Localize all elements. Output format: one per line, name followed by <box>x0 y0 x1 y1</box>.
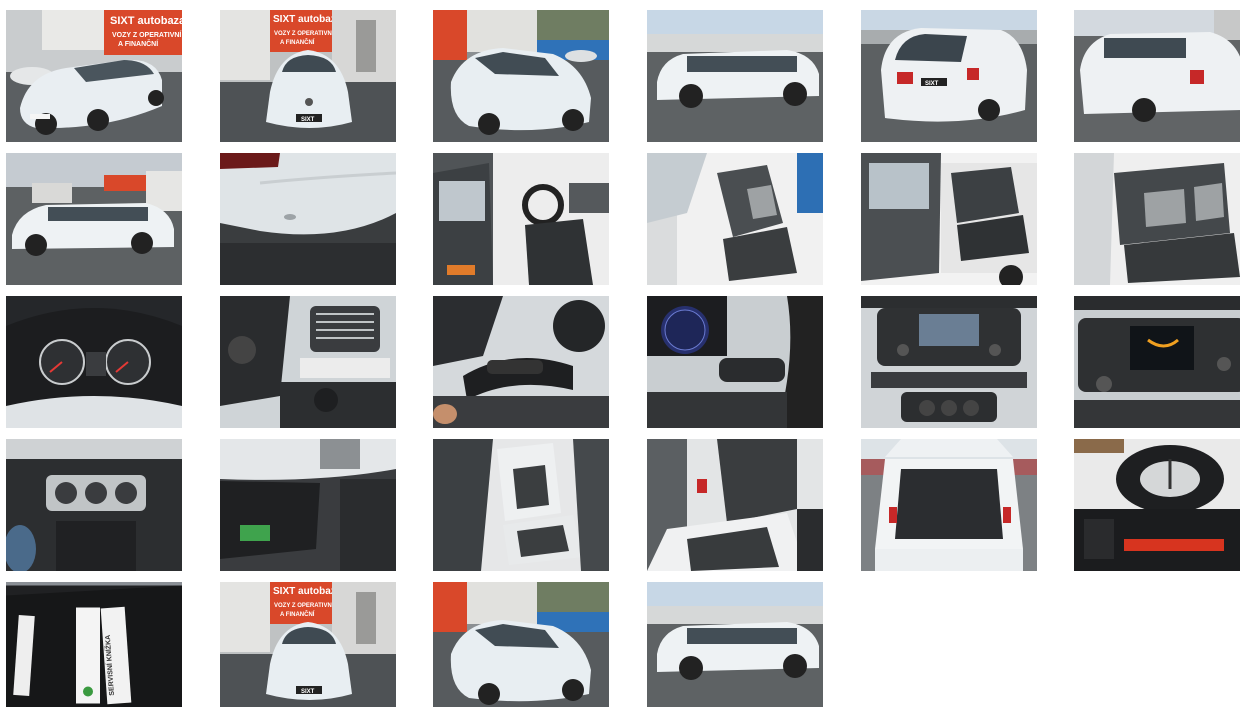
rear-seats-image <box>1074 153 1240 285</box>
service-manuals-image: SERVISNÍ KNÍŽKA <box>6 585 182 707</box>
gallery-photo-21[interactable] <box>433 439 609 571</box>
gallery-photo-3[interactable] <box>433 10 609 142</box>
gallery-photo-25[interactable]: SERVISNÍ KNÍŽKA <box>6 582 182 707</box>
gallery-photo-1[interactable]: SIXT autobazar VOZY Z OPERATIVNÍ A FINAN… <box>6 10 182 142</box>
svg-text:VOZY Z OPERATIVNÍ: VOZY Z OPERATIVNÍ <box>112 30 182 39</box>
gallery-photo-24[interactable] <box>1074 439 1240 571</box>
svg-text:A FINANČNÍ: A FINANČNÍ <box>280 38 315 46</box>
car-front-left-image: SIXT autobazar VOZY Z OPERATIVNÍ A FINAN… <box>6 10 182 142</box>
gallery-photo-13[interactable] <box>6 296 182 428</box>
radio-unit-image <box>861 296 1037 428</box>
gallery-photo-23[interactable] <box>861 439 1037 571</box>
svg-text:SIXT: SIXT <box>925 81 939 87</box>
svg-text:A FINANČNÍ: A FINANČNÍ <box>280 610 315 618</box>
photo-gallery: SIXT autobazar VOZY Z OPERATIVNÍ A FINAN… <box>0 0 1240 707</box>
gallery-photo-16[interactable] <box>647 296 823 428</box>
svg-text:A FINANČNÍ: A FINANČNÍ <box>118 39 159 48</box>
front-seat-detail-image <box>433 439 609 571</box>
gallery-photo-10[interactable] <box>647 153 823 285</box>
climate-controls-image <box>6 439 182 571</box>
steering-stalk-left-image <box>433 296 609 428</box>
light-switch-vent-image <box>220 296 396 428</box>
gallery-photo-26[interactable]: SIXT autobazar VOZY Z OPERATIVNÍ A FINAN… <box>220 582 396 707</box>
gallery-photo-7[interactable] <box>6 153 182 285</box>
spare-wheel-image <box>1074 439 1240 571</box>
driver-door-image <box>433 153 609 285</box>
open-trunk-image <box>861 439 1037 571</box>
gallery-photo-5[interactable]: SIXT <box>861 10 1037 142</box>
svg-text:SIXT: SIXT <box>301 117 315 123</box>
gallery-photo-4[interactable] <box>647 10 823 142</box>
gallery-photo-12[interactable] <box>1074 153 1240 285</box>
car-side-repeat-image <box>647 582 823 707</box>
car-rear-right-image <box>1074 10 1240 142</box>
gallery-photo-15[interactable] <box>433 296 609 428</box>
gallery-photo-2[interactable]: SIXT autobazar VOZY Z OPERATIVNÍ A FINAN… <box>220 10 396 142</box>
gallery-photo-6[interactable] <box>1074 10 1240 142</box>
svg-text:VOZY Z OPERATIVNÍ: VOZY Z OPERATIVNÍ <box>274 601 334 609</box>
gallery-photo-27[interactable] <box>433 582 609 707</box>
glovebox-image <box>220 439 396 571</box>
steering-stalk-right-image <box>647 296 823 428</box>
car-rear-left-image: SIXT <box>861 10 1037 142</box>
instrument-cluster-image <box>6 296 182 428</box>
car-side-image <box>647 10 823 142</box>
gallery-photo-18[interactable] <box>1074 296 1240 428</box>
car-front-image: SIXT autobazar VOZY Z OPERATIVNÍ A FINAN… <box>220 10 396 142</box>
gallery-photo-14[interactable] <box>220 296 396 428</box>
car-front-repeat-image: SIXT autobazar VOZY Z OPERATIVNÍ A FINAN… <box>220 582 396 707</box>
svg-text:VOZY Z OPERATIVNÍ: VOZY Z OPERATIVNÍ <box>274 29 334 37</box>
gallery-photo-28[interactable] <box>647 582 823 707</box>
gallery-photo-20[interactable] <box>220 439 396 571</box>
rear-seat-detail-image <box>647 439 823 571</box>
svg-text:SIXT: SIXT <box>301 689 315 695</box>
car-front-left-street-image <box>433 10 609 142</box>
rear-bumper-image <box>220 153 396 285</box>
gallery-photo-22[interactable] <box>647 439 823 571</box>
touchscreen-unit-image <box>1074 296 1240 428</box>
rear-door-image <box>861 153 1037 285</box>
gallery-photo-9[interactable] <box>433 153 609 285</box>
svg-text:SIXT autobazar: SIXT autobazar <box>110 15 182 27</box>
gallery-photo-19[interactable] <box>6 439 182 571</box>
front-seats-image <box>647 153 823 285</box>
car-side-far-image <box>6 153 182 285</box>
gallery-photo-17[interactable] <box>861 296 1037 428</box>
gallery-photo-8[interactable] <box>220 153 396 285</box>
car-front-left-repeat-image <box>433 582 609 707</box>
gallery-photo-11[interactable] <box>861 153 1037 285</box>
